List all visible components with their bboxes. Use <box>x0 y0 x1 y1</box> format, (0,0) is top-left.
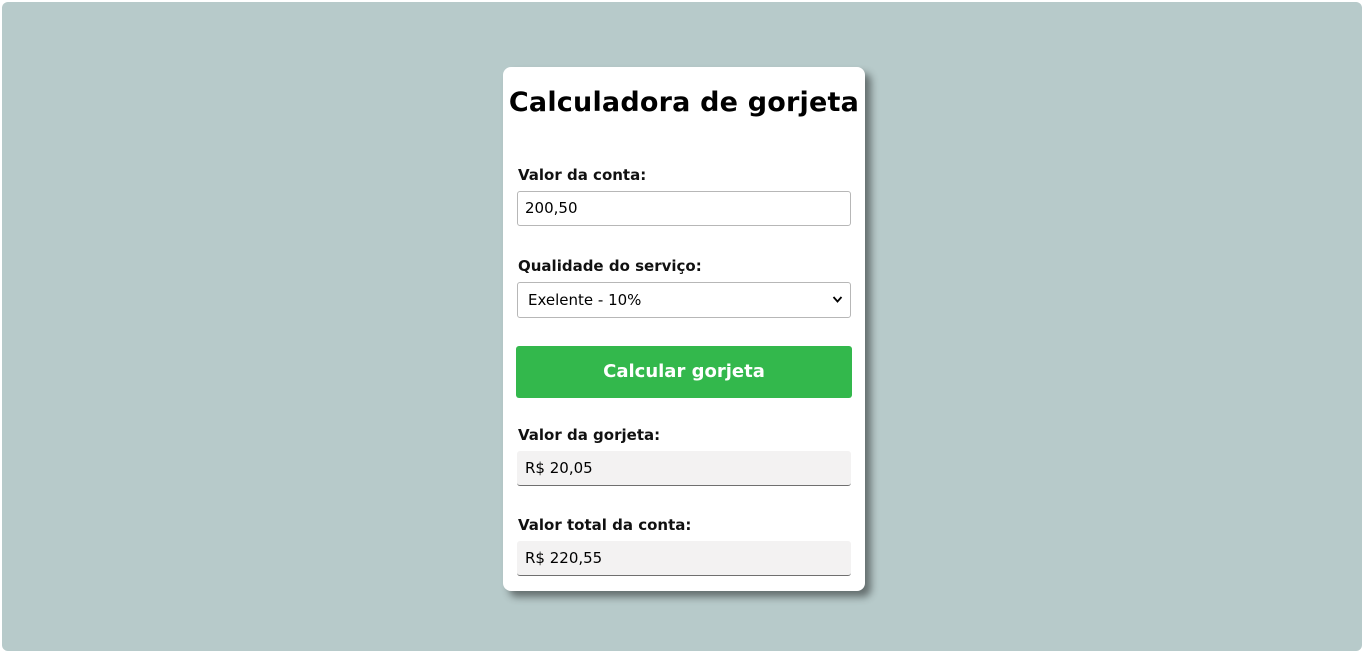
calculate-tip-button[interactable]: Calcular gorjeta <box>516 346 852 398</box>
page-title: Calculadora de gorjeta <box>508 87 860 118</box>
service-quality-value: Exelente - 10% <box>528 291 642 309</box>
total-amount-output: R$ 220,55 <box>517 541 851 576</box>
tip-amount-label: Valor da gorjeta: <box>518 426 661 444</box>
total-amount-label: Valor total da conta: <box>518 516 692 534</box>
bill-amount-input[interactable]: 200,50 <box>517 191 851 226</box>
bill-amount-label: Valor da conta: <box>518 166 647 184</box>
page-background: Calculadora de gorjeta Valor da conta: 2… <box>2 2 1362 651</box>
chevron-down-icon <box>832 283 843 331</box>
tip-amount-output: R$ 20,05 <box>517 451 851 486</box>
tip-calculator-card: Calculadora de gorjeta Valor da conta: 2… <box>503 67 865 591</box>
service-quality-label: Qualidade do serviço: <box>518 257 702 275</box>
service-quality-select[interactable]: Exelente - 10% <box>517 282 851 318</box>
